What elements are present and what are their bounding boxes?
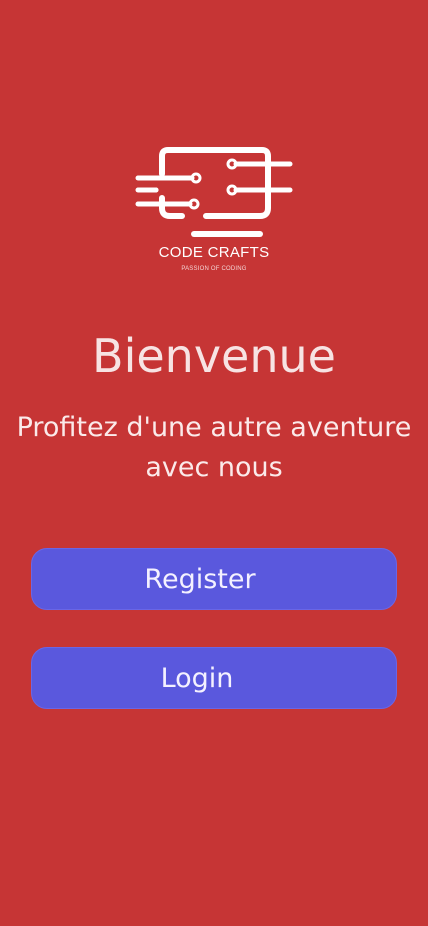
logo-tagline: PASSION OF CODING (181, 266, 247, 272)
register-button[interactable]: Register (31, 548, 397, 610)
welcome-title: Bienvenue (92, 329, 336, 383)
login-button-label: Login (160, 662, 234, 694)
circuit-monitor-icon (135, 147, 293, 237)
logo-title: CODE CRAFTS (158, 244, 270, 261)
welcome-subtitle: Profitez d'une autre aventure avec nous (16, 412, 412, 483)
register-button-label: Register (144, 563, 256, 595)
code-crafts-logo: CODE CRAFTS PASSION OF CODING (134, 146, 294, 276)
login-button[interactable]: Login (31, 647, 397, 709)
welcome-screen: CODE CRAFTS PASSION OF CODING Bienvenue … (0, 0, 428, 926)
